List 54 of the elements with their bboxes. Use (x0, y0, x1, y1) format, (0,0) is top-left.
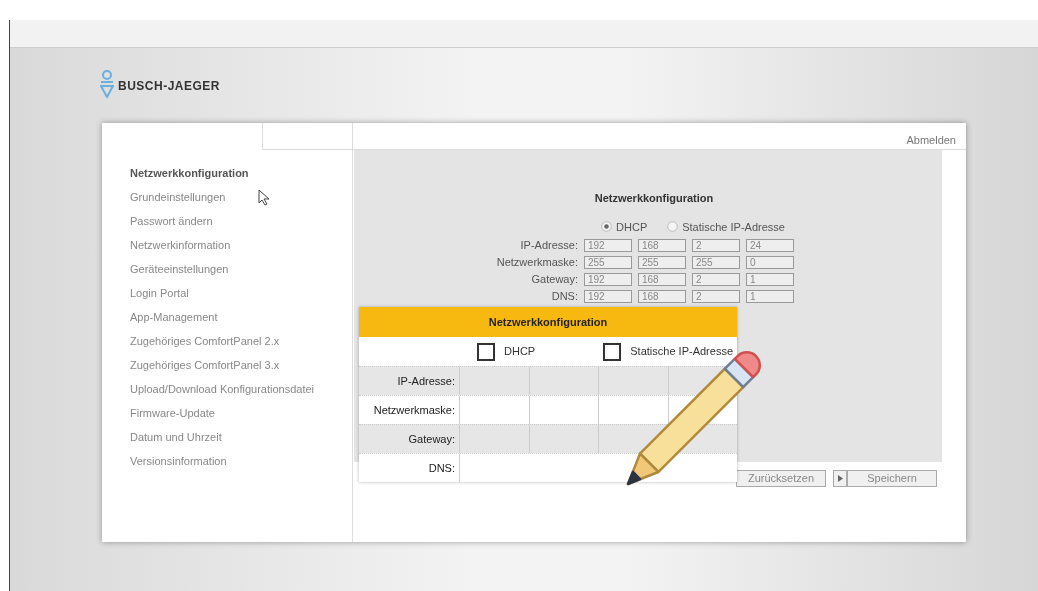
field-label: IP-Adresse: (519, 238, 579, 254)
sidebar-item[interactable]: Login Portal (130, 286, 352, 310)
ip-octet-field[interactable]: 2 (692, 290, 740, 303)
radio-button[interactable] (667, 221, 679, 233)
ip-octet-field[interactable]: 168 (638, 290, 686, 303)
row-label: Gateway: (359, 425, 460, 453)
ip-octet-field[interactable]: 168 (638, 239, 686, 252)
sidebar-item[interactable]: Geräteeinstellungen (130, 262, 352, 286)
field-label: Gateway: (530, 272, 579, 288)
ip-octet-field[interactable]: 24 (746, 239, 794, 252)
brand-logo-text: BUSCH-JAEGER (118, 78, 220, 95)
radio-label: DHCP (616, 219, 648, 235)
ip-octet-field[interactable]: 1 (746, 290, 794, 303)
sidebar-item[interactable]: Datum und Uhrzeit (130, 430, 352, 454)
ip-octet-field[interactable]: 255 (584, 256, 632, 269)
logo-icon (100, 70, 114, 98)
ip-octet-field[interactable]: 192 (584, 290, 632, 303)
sidebar-item[interactable]: Netzwerkkonfiguration (130, 166, 352, 190)
radio-label: Statische IP-Adresse (682, 219, 785, 235)
checkbox-label: Statische IP-Adresse (630, 344, 733, 360)
ip-octet-field[interactable]: 255 (692, 256, 740, 269)
row-label: IP-Adresse: (359, 367, 460, 395)
ip-octet-field[interactable]: 2 (692, 273, 740, 286)
ip-octet-field[interactable]: 2 (692, 239, 740, 252)
mouse-cursor-icon (258, 189, 271, 206)
ip-octet-field[interactable]: 192 (584, 273, 632, 286)
sidebar-item[interactable]: Firmware-Update (130, 406, 352, 430)
action-button[interactable]: Zurücksetzen (736, 470, 826, 487)
action-button[interactable]: Speichern (847, 470, 937, 487)
radio-button[interactable] (601, 221, 613, 233)
field-label: Netzwerkmaske: (495, 255, 579, 271)
sidebar-item[interactable]: Grundeinstellungen (130, 190, 352, 214)
ip-octet-field[interactable]: 0 (746, 256, 794, 269)
field-label: DNS: (550, 289, 579, 305)
sidebar-item[interactable]: Versionsinformation (130, 454, 352, 478)
triangle-icon (837, 475, 843, 482)
checkbox[interactable] (603, 342, 622, 361)
sidebar-item[interactable]: Zugehöriges ComfortPanel 2.x (130, 334, 352, 358)
arrow-button[interactable] (833, 470, 847, 487)
sidebar-item[interactable]: Upload/Download Konfigurationsdatei (130, 382, 352, 406)
ip-octet-field[interactable]: 1 (746, 273, 794, 286)
overlay-title: Netzwerkkonfiguration (359, 307, 737, 337)
sidebar-item[interactable]: App-Management (130, 310, 352, 334)
ip-octet-field[interactable]: 255 (638, 256, 686, 269)
ip-octet-field[interactable]: 192 (584, 239, 632, 252)
checkbox[interactable] (477, 342, 495, 361)
ip-octet-field[interactable]: 168 (638, 273, 686, 286)
sidebar-item[interactable]: Zugehöriges ComfortPanel 3.x (130, 358, 352, 382)
sidebar-item[interactable]: Netzwerkinformation (130, 238, 352, 262)
row-label: DNS: (359, 454, 460, 482)
sidebar-item[interactable]: Passwort ändern (130, 214, 352, 238)
panel-title: Netzwerkkonfiguration (593, 191, 715, 206)
checkbox-label: DHCP (504, 344, 536, 360)
logout-link[interactable]: Abmelden (906, 134, 956, 146)
